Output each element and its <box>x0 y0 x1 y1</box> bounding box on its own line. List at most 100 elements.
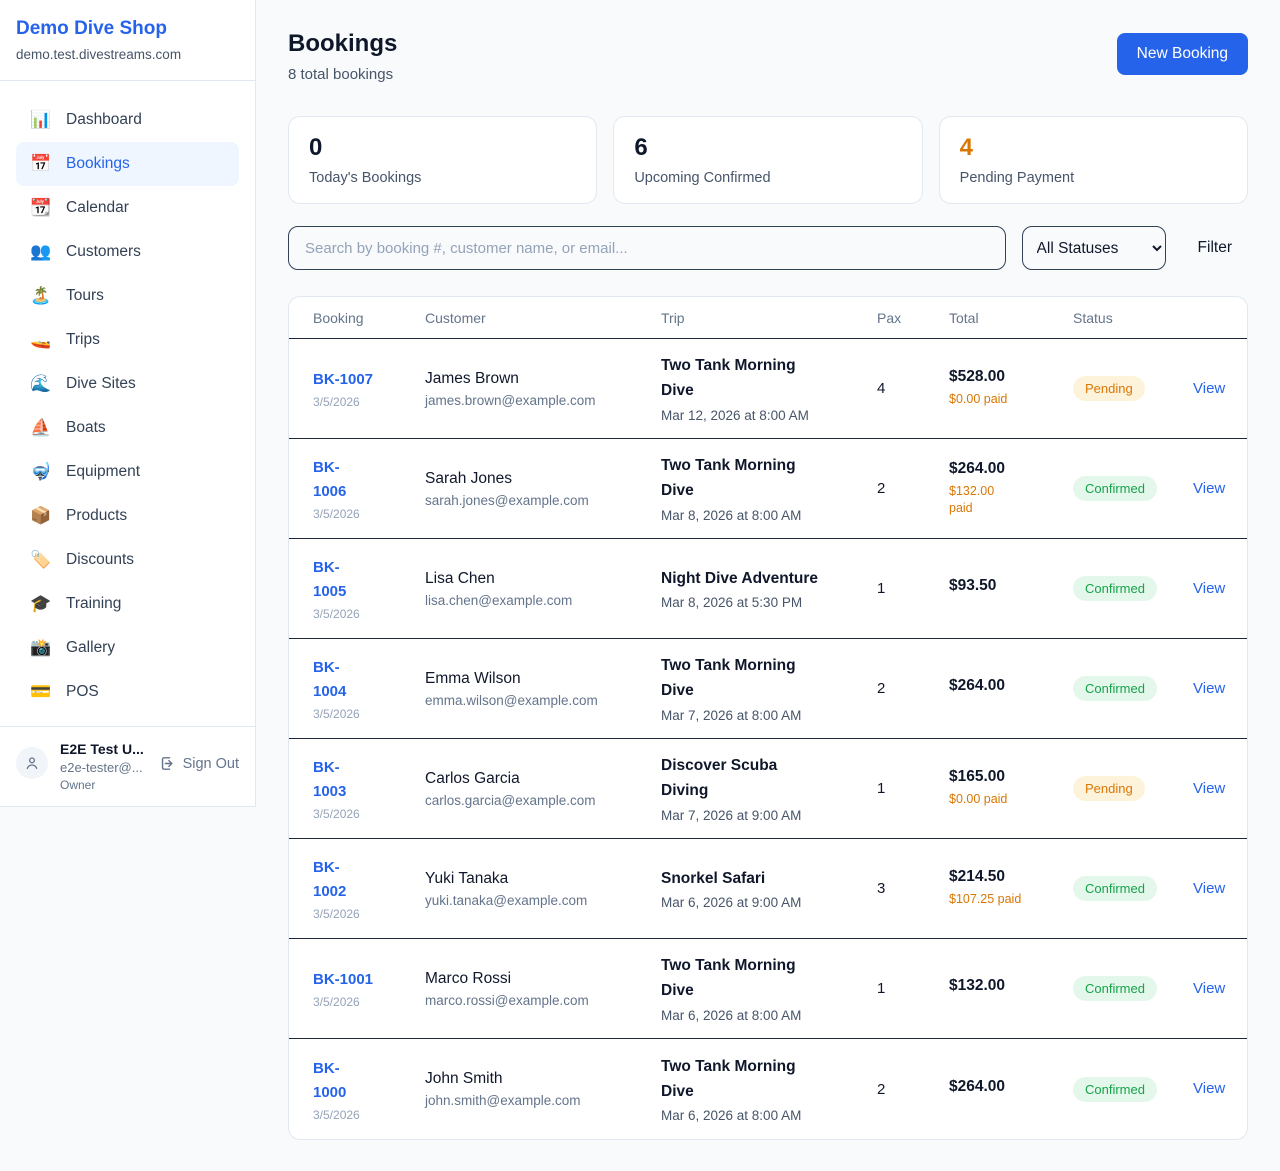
sidebar-item-dive-sites[interactable]: 🌊 Dive Sites <box>16 362 239 406</box>
trip-name: Two Tank Morning Dive <box>661 954 877 1004</box>
pax-count: 4 <box>877 380 949 397</box>
booking-id-link[interactable]: BK-1007 <box>313 368 425 392</box>
stat-label: Today's Bookings <box>309 170 576 186</box>
sidebar-item-discounts[interactable]: 🏷️ Discounts <box>16 538 239 582</box>
sidebar-nav: 📊 Dashboard 📅 Bookings 📆 Calendar 👥 Cust… <box>0 81 255 726</box>
credit-card-icon: 💳 <box>30 682 52 702</box>
customer-email: sarah.jones@example.com <box>425 493 661 508</box>
sidebar-item-bookings[interactable]: 📅 Bookings <box>16 142 239 186</box>
customer-name: Lisa Chen <box>425 570 661 588</box>
page-header: Bookings 8 total bookings New Booking <box>288 30 1248 83</box>
column-header-status: Status <box>1073 310 1193 326</box>
booking-id-link[interactable]: BK-1001 <box>313 968 425 992</box>
search-input[interactable] <box>288 226 1006 270</box>
column-header-pax: Pax <box>877 310 949 326</box>
status-badge: Confirmed <box>1073 676 1157 701</box>
paid-amount: $0.00 paid <box>949 391 1073 409</box>
stat-card-upcoming-confirmed: 6 Upcoming Confirmed <box>613 116 922 204</box>
sidebar-item-label: Customers <box>66 243 141 261</box>
speedboat-icon: 🚤 <box>30 330 52 350</box>
total-amount: $214.50 <box>949 868 1073 886</box>
status-badge: Pending <box>1073 376 1145 401</box>
sidebar-item-label: Bookings <box>66 155 130 173</box>
sidebar-item-label: Gallery <box>66 639 115 657</box>
sidebar-item-dashboard[interactable]: 📊 Dashboard <box>16 98 239 142</box>
sidebar-item-boats[interactable]: ⛵ Boats <box>16 406 239 450</box>
calendar-icon: 📅 <box>30 154 52 174</box>
status-badge: Confirmed <box>1073 976 1157 1001</box>
view-link[interactable]: View <box>1193 380 1225 397</box>
trip-name: Two Tank Morning Dive <box>661 454 877 504</box>
customer-email: yuki.tanaka@example.com <box>425 893 661 908</box>
sidebar-item-calendar[interactable]: 📆 Calendar <box>16 186 239 230</box>
page-subtitle: 8 total bookings <box>288 66 397 83</box>
sidebar-item-gallery[interactable]: 📸 Gallery <box>16 626 239 670</box>
trip-date: Mar 8, 2026 at 8:00 AM <box>661 508 877 523</box>
user-info: E2E Test U... e2e-tester@... Owner <box>60 741 147 792</box>
avatar <box>16 747 48 779</box>
booking-date: 3/5/2026 <box>313 1108 425 1122</box>
sidebar-item-trips[interactable]: 🚤 Trips <box>16 318 239 362</box>
sidebar-item-pos[interactable]: 💳 POS <box>16 670 239 714</box>
customer-name: Yuki Tanaka <box>425 870 661 888</box>
filter-button[interactable]: Filter <box>1182 239 1248 257</box>
sidebar-item-equipment[interactable]: 🤿 Equipment <box>16 450 239 494</box>
view-link[interactable]: View <box>1193 480 1225 497</box>
sidebar-item-label: POS <box>66 683 99 701</box>
pax-count: 2 <box>877 480 949 497</box>
booking-id-link[interactable]: BK- 1004 <box>313 656 425 704</box>
user-name: E2E Test U... <box>60 741 147 757</box>
tag-icon: 🏷️ <box>30 550 52 570</box>
stat-label: Upcoming Confirmed <box>634 170 901 186</box>
status-select[interactable]: All Statuses <box>1022 226 1166 270</box>
column-header-customer: Customer <box>425 310 661 326</box>
stat-card-pending-payment: 4 Pending Payment <box>939 116 1248 204</box>
table-row: BK- 1003 3/5/2026 Carlos Garcia carlos.g… <box>289 739 1247 839</box>
people-icon: 👥 <box>30 242 52 262</box>
sidebar-item-label: Dive Sites <box>66 375 136 393</box>
view-link[interactable]: View <box>1193 1080 1225 1097</box>
pax-count: 1 <box>877 780 949 797</box>
status-badge: Confirmed <box>1073 476 1157 501</box>
status-badge: Confirmed <box>1073 576 1157 601</box>
paid-amount: $107.25 paid <box>949 891 1073 909</box>
main-content: Bookings 8 total bookings New Booking 0 … <box>256 0 1280 1171</box>
bar-chart-icon: 📊 <box>30 110 52 130</box>
customer-name: Carlos Garcia <box>425 770 661 788</box>
booking-date: 3/5/2026 <box>313 395 425 409</box>
table-row: BK- 1004 3/5/2026 Emma Wilson emma.wilso… <box>289 639 1247 739</box>
sidebar-item-label: Trips <box>66 331 100 349</box>
booking-id-link[interactable]: BK- 1003 <box>313 756 425 804</box>
sidebar-item-products[interactable]: 📦 Products <box>16 494 239 538</box>
sign-out-button[interactable]: Sign Out <box>159 755 239 772</box>
sidebar-item-tours[interactable]: 🏝️ Tours <box>16 274 239 318</box>
sidebar-item-customers[interactable]: 👥 Customers <box>16 230 239 274</box>
trip-date: Mar 6, 2026 at 8:00 AM <box>661 1008 877 1023</box>
view-link[interactable]: View <box>1193 680 1225 697</box>
booking-id-link[interactable]: BK- 1000 <box>313 1057 425 1105</box>
logout-icon <box>159 755 176 772</box>
view-link[interactable]: View <box>1193 880 1225 897</box>
customer-email: james.brown@example.com <box>425 393 661 408</box>
booking-id-link[interactable]: BK- 1005 <box>313 556 425 604</box>
sidebar-item-training[interactable]: 🎓 Training <box>16 582 239 626</box>
pax-count: 2 <box>877 680 949 697</box>
table-row: BK- 1000 3/5/2026 John Smith john.smith@… <box>289 1039 1247 1139</box>
trip-date: Mar 6, 2026 at 8:00 AM <box>661 1108 877 1123</box>
paid-amount: $132.00 paid <box>949 483 1073 518</box>
view-link[interactable]: View <box>1193 580 1225 597</box>
pax-count: 1 <box>877 980 949 997</box>
booking-date: 3/5/2026 <box>313 995 425 1009</box>
customer-name: James Brown <box>425 370 661 388</box>
booking-id-link[interactable]: BK- 1002 <box>313 856 425 904</box>
stat-value: 0 <box>309 134 576 162</box>
customer-name: Sarah Jones <box>425 470 661 488</box>
booking-id-link[interactable]: BK- 1006 <box>313 456 425 504</box>
status-badge: Confirmed <box>1073 1077 1157 1102</box>
new-booking-button[interactable]: New Booking <box>1117 33 1248 75</box>
view-link[interactable]: View <box>1193 780 1225 797</box>
table-row: BK-1007 3/5/2026 James Brown james.brown… <box>289 339 1247 439</box>
trip-date: Mar 6, 2026 at 9:00 AM <box>661 895 877 910</box>
view-link[interactable]: View <box>1193 980 1225 997</box>
sidebar: Demo Dive Shop demo.test.divestreams.com… <box>0 0 256 807</box>
